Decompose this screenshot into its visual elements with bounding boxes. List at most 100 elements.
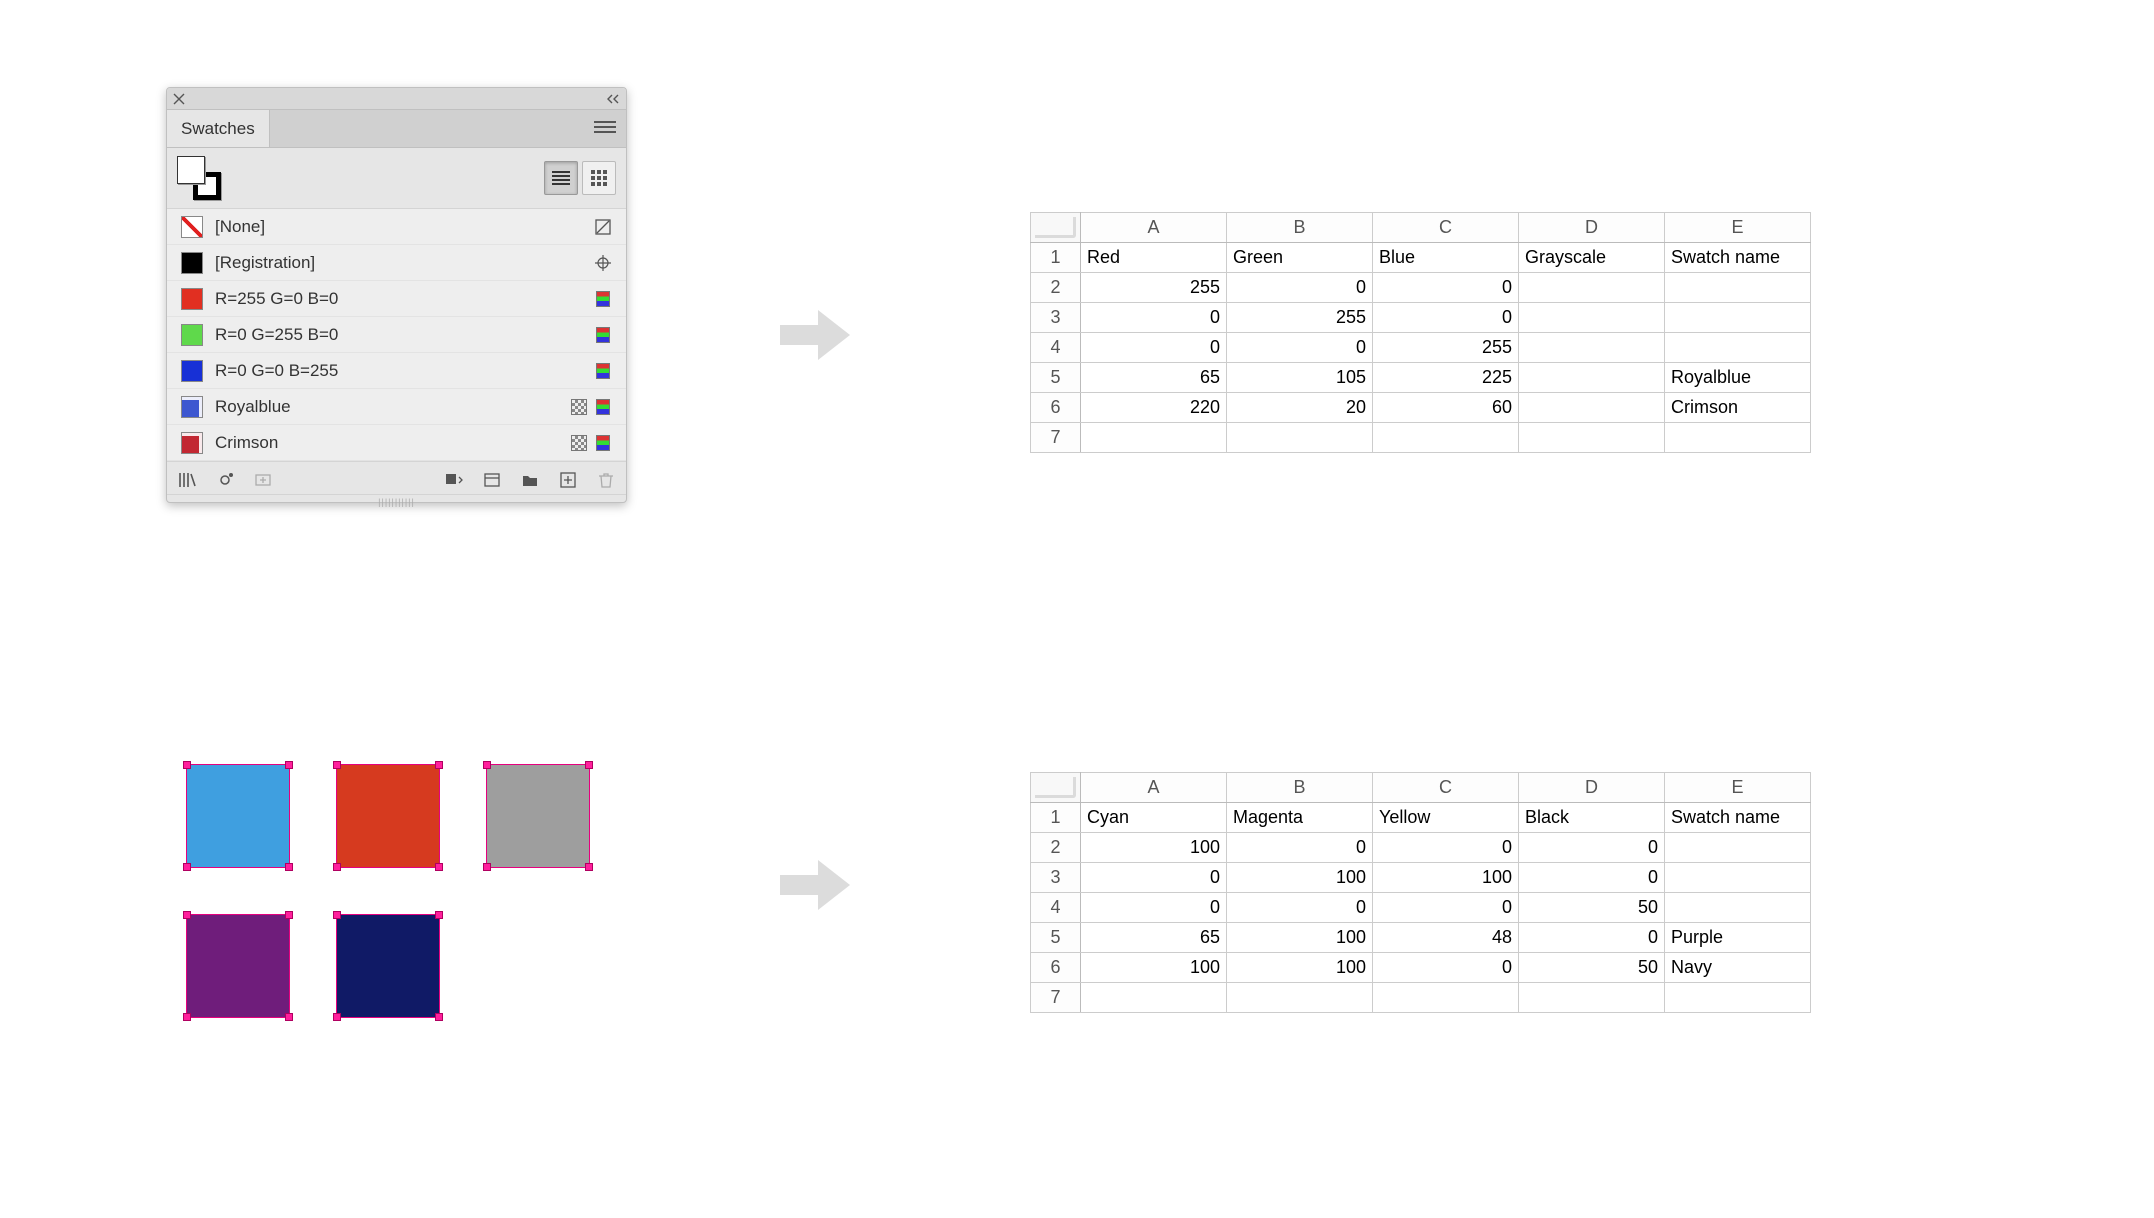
libraries-icon[interactable] bbox=[177, 470, 197, 490]
selection-handle[interactable] bbox=[585, 761, 593, 769]
row-head[interactable]: 1 bbox=[1031, 243, 1081, 273]
selection-handle[interactable] bbox=[483, 761, 491, 769]
folder-icon[interactable] bbox=[520, 470, 540, 490]
cell[interactable]: 0 bbox=[1227, 273, 1373, 303]
col-head[interactable]: A bbox=[1081, 773, 1227, 803]
selected-rectangle[interactable] bbox=[486, 764, 590, 868]
cell[interactable]: 0 bbox=[1373, 953, 1519, 983]
cell[interactable]: Red bbox=[1081, 243, 1227, 273]
cell[interactable]: Grayscale bbox=[1519, 243, 1665, 273]
cell[interactable] bbox=[1665, 273, 1811, 303]
selection-handle[interactable] bbox=[585, 863, 593, 871]
col-head[interactable]: A bbox=[1081, 213, 1227, 243]
cell[interactable] bbox=[1373, 423, 1519, 453]
selected-rectangle[interactable] bbox=[186, 914, 290, 1018]
selection-handle[interactable] bbox=[333, 761, 341, 769]
cell[interactable] bbox=[1665, 893, 1811, 923]
cell[interactable]: Purple bbox=[1665, 923, 1811, 953]
col-head[interactable]: E bbox=[1665, 213, 1811, 243]
cell[interactable] bbox=[1519, 983, 1665, 1013]
selection-handle[interactable] bbox=[285, 1013, 293, 1021]
color-group-icon[interactable] bbox=[482, 470, 502, 490]
selection-handle[interactable] bbox=[435, 863, 443, 871]
col-head[interactable]: B bbox=[1227, 213, 1373, 243]
selection-handle[interactable] bbox=[333, 911, 341, 919]
add-to-library-icon[interactable] bbox=[253, 470, 273, 490]
cell[interactable]: Green bbox=[1227, 243, 1373, 273]
cell[interactable]: 0 bbox=[1519, 833, 1665, 863]
row-head[interactable]: 3 bbox=[1031, 863, 1081, 893]
cell[interactable]: 65 bbox=[1081, 923, 1227, 953]
tab-swatches[interactable]: Swatches bbox=[167, 110, 270, 147]
row-head[interactable]: 1 bbox=[1031, 803, 1081, 833]
row-head[interactable]: 2 bbox=[1031, 833, 1081, 863]
row-head[interactable]: 5 bbox=[1031, 923, 1081, 953]
cell[interactable]: 220 bbox=[1081, 393, 1227, 423]
cell[interactable] bbox=[1227, 423, 1373, 453]
col-head[interactable]: D bbox=[1519, 213, 1665, 243]
col-head[interactable]: C bbox=[1373, 213, 1519, 243]
cell[interactable]: 0 bbox=[1373, 893, 1519, 923]
row-head[interactable]: 4 bbox=[1031, 333, 1081, 363]
cell[interactable] bbox=[1665, 423, 1811, 453]
cell[interactable]: Blue bbox=[1373, 243, 1519, 273]
cell[interactable]: 48 bbox=[1373, 923, 1519, 953]
cell[interactable]: 0 bbox=[1081, 333, 1227, 363]
cell[interactable]: Magenta bbox=[1227, 803, 1373, 833]
selected-rectangle[interactable] bbox=[336, 764, 440, 868]
cell[interactable] bbox=[1665, 833, 1811, 863]
cell[interactable] bbox=[1665, 863, 1811, 893]
swatch-row[interactable]: Crimson bbox=[167, 425, 626, 461]
cell[interactable] bbox=[1665, 303, 1811, 333]
cell[interactable] bbox=[1519, 393, 1665, 423]
list-view-button[interactable] bbox=[544, 161, 578, 195]
selection-handle[interactable] bbox=[285, 911, 293, 919]
cell[interactable]: 100 bbox=[1227, 863, 1373, 893]
selection-handle[interactable] bbox=[333, 863, 341, 871]
cell[interactable] bbox=[1081, 983, 1227, 1013]
selection-handle[interactable] bbox=[435, 911, 443, 919]
cell[interactable]: Swatch name bbox=[1665, 243, 1811, 273]
new-swatch-icon[interactable] bbox=[558, 470, 578, 490]
cell[interactable]: 50 bbox=[1519, 893, 1665, 923]
cell[interactable] bbox=[1665, 333, 1811, 363]
trash-icon[interactable] bbox=[596, 470, 616, 490]
cell[interactable] bbox=[1519, 363, 1665, 393]
cell[interactable]: 100 bbox=[1081, 833, 1227, 863]
cell[interactable]: 100 bbox=[1373, 863, 1519, 893]
cell[interactable]: 0 bbox=[1081, 893, 1227, 923]
cell[interactable]: Navy bbox=[1665, 953, 1811, 983]
row-head[interactable]: 7 bbox=[1031, 983, 1081, 1013]
swatch-row[interactable]: [None] bbox=[167, 209, 626, 245]
cell[interactable]: 225 bbox=[1373, 363, 1519, 393]
swatch-row[interactable]: R=0 G=255 B=0 bbox=[167, 317, 626, 353]
cell[interactable]: Black bbox=[1519, 803, 1665, 833]
selection-handle[interactable] bbox=[333, 1013, 341, 1021]
cell[interactable] bbox=[1519, 273, 1665, 303]
cell[interactable]: 65 bbox=[1081, 363, 1227, 393]
cell[interactable]: 0 bbox=[1081, 863, 1227, 893]
cell[interactable]: 0 bbox=[1227, 833, 1373, 863]
cell[interactable]: 0 bbox=[1373, 833, 1519, 863]
col-head[interactable]: E bbox=[1665, 773, 1811, 803]
selection-handle[interactable] bbox=[483, 863, 491, 871]
selection-handle[interactable] bbox=[183, 911, 191, 919]
selection-handle[interactable] bbox=[435, 761, 443, 769]
selection-handle[interactable] bbox=[285, 863, 293, 871]
sheet-corner[interactable] bbox=[1031, 213, 1081, 243]
panel-resize-grip[interactable]: ||||||||||| bbox=[167, 494, 626, 502]
selected-rectangle[interactable] bbox=[186, 764, 290, 868]
selection-handle[interactable] bbox=[285, 761, 293, 769]
col-head[interactable]: B bbox=[1227, 773, 1373, 803]
cell[interactable]: 50 bbox=[1519, 953, 1665, 983]
cell[interactable]: 0 bbox=[1227, 333, 1373, 363]
selection-handle[interactable] bbox=[435, 1013, 443, 1021]
row-head[interactable]: 4 bbox=[1031, 893, 1081, 923]
swatch-row[interactable]: R=0 G=0 B=255 bbox=[167, 353, 626, 389]
cell[interactable]: Yellow bbox=[1373, 803, 1519, 833]
swatch-row[interactable]: R=255 G=0 B=0 bbox=[167, 281, 626, 317]
row-head[interactable]: 3 bbox=[1031, 303, 1081, 333]
cell[interactable]: Crimson bbox=[1665, 393, 1811, 423]
cell[interactable]: 0 bbox=[1519, 923, 1665, 953]
cell[interactable]: Royalblue bbox=[1665, 363, 1811, 393]
